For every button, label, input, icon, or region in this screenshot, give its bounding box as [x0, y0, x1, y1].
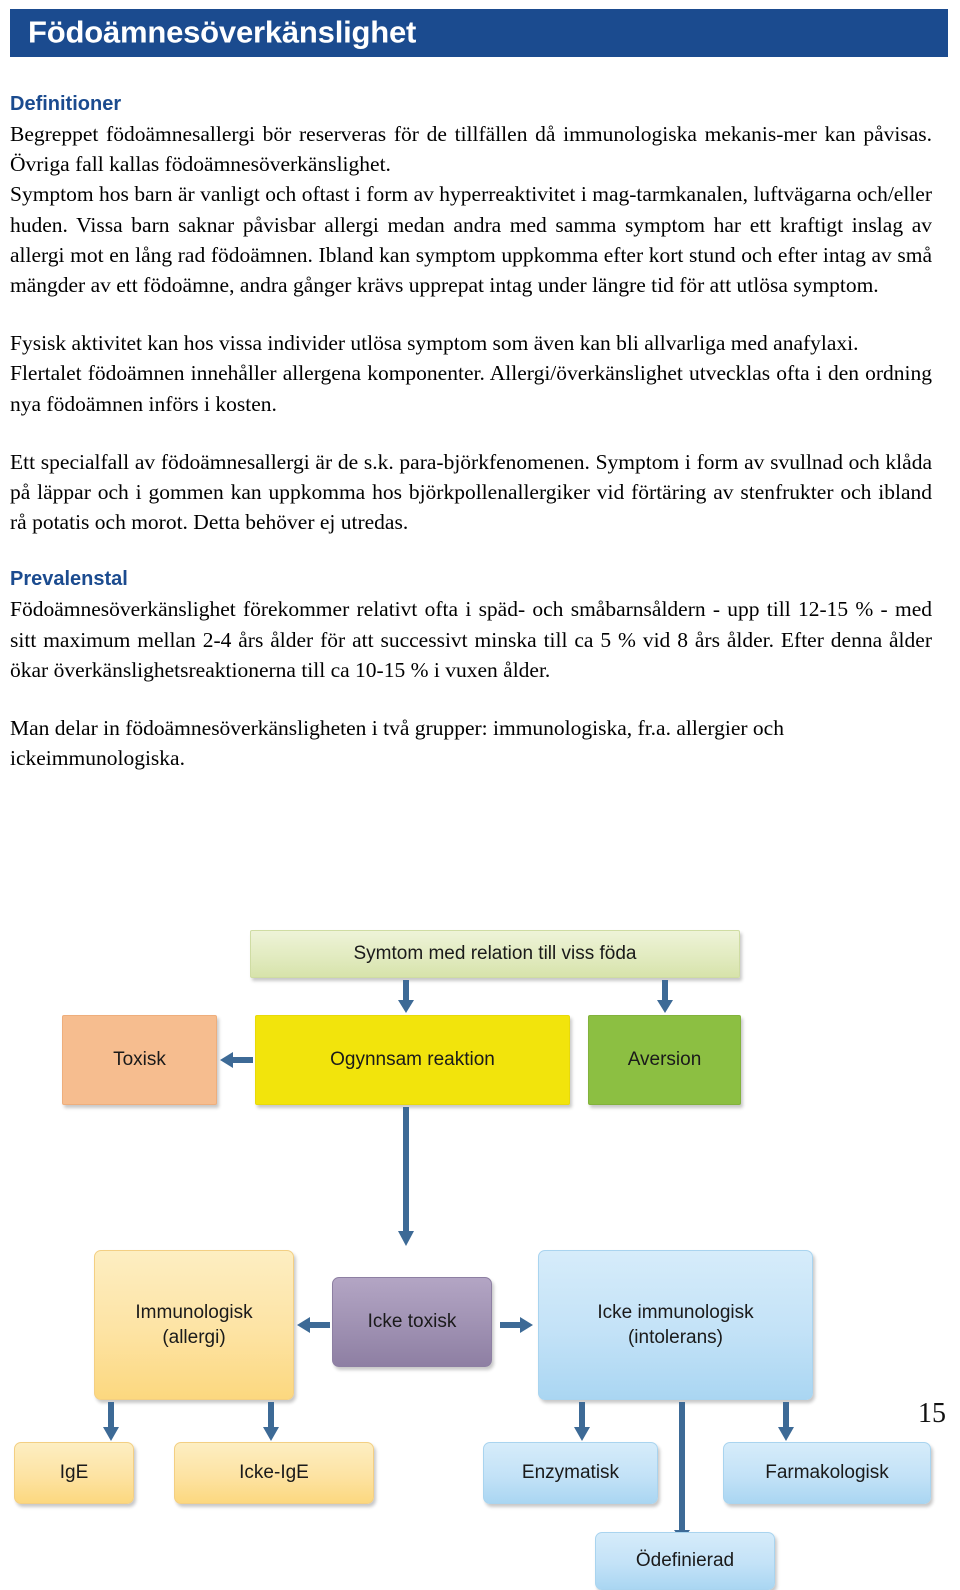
arrow-left-icon [219, 1050, 253, 1070]
flowchart-node-label: IgE [59, 1462, 89, 1484]
flowchart-node-label: Icke immunologisk (intolerans) [539, 1300, 812, 1350]
flowchart-node-enzymatisk: Enzymatisk [483, 1442, 658, 1504]
flowchart-node-toxisk: Toxisk [62, 1015, 217, 1105]
document-content: Definitioner Begreppet födoämnesallergi … [10, 92, 932, 773]
flowchart-node-label: Symtom med relation till viss föda [353, 943, 637, 965]
paragraph: Symptom hos barn är vanligt och oftast i… [10, 182, 932, 298]
arrow-down-icon [655, 980, 675, 1014]
arrow-down-icon [672, 1402, 692, 1542]
arrow-down-icon [776, 1402, 796, 1442]
arrow-right-icon [500, 1315, 534, 1335]
paragraph: Flertalet födoämnen innehåller allergena… [10, 361, 932, 416]
page-title: Födoämnesöverkänslighet [28, 14, 417, 50]
food-hypersensitivity-flowchart: Symtom med relation till viss föda Toxis… [0, 912, 960, 1590]
paragraph: Man delar in födoämnesöverkänsligheten i… [10, 716, 784, 771]
page-header-banner: Födoämnesöverkänslighet [10, 9, 948, 57]
paragraph: Fysisk aktivitet kan hos vissa individer… [10, 331, 859, 356]
paragraph: Ett specialfall av födoämnesallergi är d… [10, 449, 932, 535]
arrow-down-icon [396, 980, 416, 1014]
section-prevalenstal: Prevalenstal Födoämnesöverkänslighet för… [10, 567, 932, 773]
arrow-down-icon [261, 1402, 281, 1442]
flowchart-node-label: Icke-IgE [239, 1462, 309, 1484]
arrow-down-icon [572, 1402, 592, 1442]
flowchart-node-odefinierad: Ödefinierad [595, 1532, 775, 1590]
flowchart-node-label: Ogynnsam reaktion [330, 1049, 495, 1071]
flowchart-node-icke-immunologisk: Icke immunologisk (intolerans) [538, 1250, 813, 1400]
flowchart-node-label: Ödefinierad [635, 1550, 735, 1572]
flowchart-node-label: Farmakologisk [765, 1462, 889, 1484]
flowchart-node-icke-toxisk: Icke toxisk [332, 1277, 492, 1367]
flowchart-node-label: Enzymatisk [521, 1462, 620, 1484]
flowchart-node-ogynnsam-reaktion: Ogynnsam reaktion [255, 1015, 570, 1105]
flowchart-node-aversion: Aversion [588, 1015, 741, 1105]
arrow-down-icon [101, 1402, 121, 1442]
flowchart-node-immunologisk: Immunologisk (allergi) [94, 1250, 294, 1400]
section-heading-definitioner: Definitioner [10, 93, 122, 115]
arrow-down-icon [396, 1107, 416, 1247]
flowchart-node-label-line2: (allergi) [162, 1327, 226, 1348]
paragraph: Begreppet födoämnesallergi bör reservera… [10, 122, 932, 177]
section-heading-prevalenstal: Prevalenstal [10, 568, 128, 591]
flowchart-node-label-line1: Icke immunologisk [597, 1301, 754, 1323]
flowchart-node-farmakologisk: Farmakologisk [723, 1442, 931, 1504]
flowchart-node-symtom: Symtom med relation till viss föda [250, 930, 740, 978]
flowchart-node-label-line1: Immunologisk [135, 1301, 253, 1323]
paragraph: Födoämnesöverkänslighet förekommer relat… [10, 597, 932, 682]
arrow-left-icon [296, 1315, 330, 1335]
flowchart-node-label: Toxisk [113, 1049, 166, 1071]
flowchart-node-label-line2: (intolerans) [627, 1327, 724, 1348]
flowchart-node-ige: IgE [14, 1442, 134, 1504]
flowchart-node-icke-ige: Icke-IgE [174, 1442, 374, 1504]
flowchart-node-label: Icke toxisk [367, 1311, 457, 1333]
page-number: 15 [918, 1398, 946, 1429]
flowchart-node-label: Aversion [627, 1049, 702, 1071]
section-definitioner: Definitioner Begreppet födoämnesallergi … [10, 92, 932, 537]
flowchart-node-label: Immunologisk (allergi) [95, 1300, 293, 1350]
